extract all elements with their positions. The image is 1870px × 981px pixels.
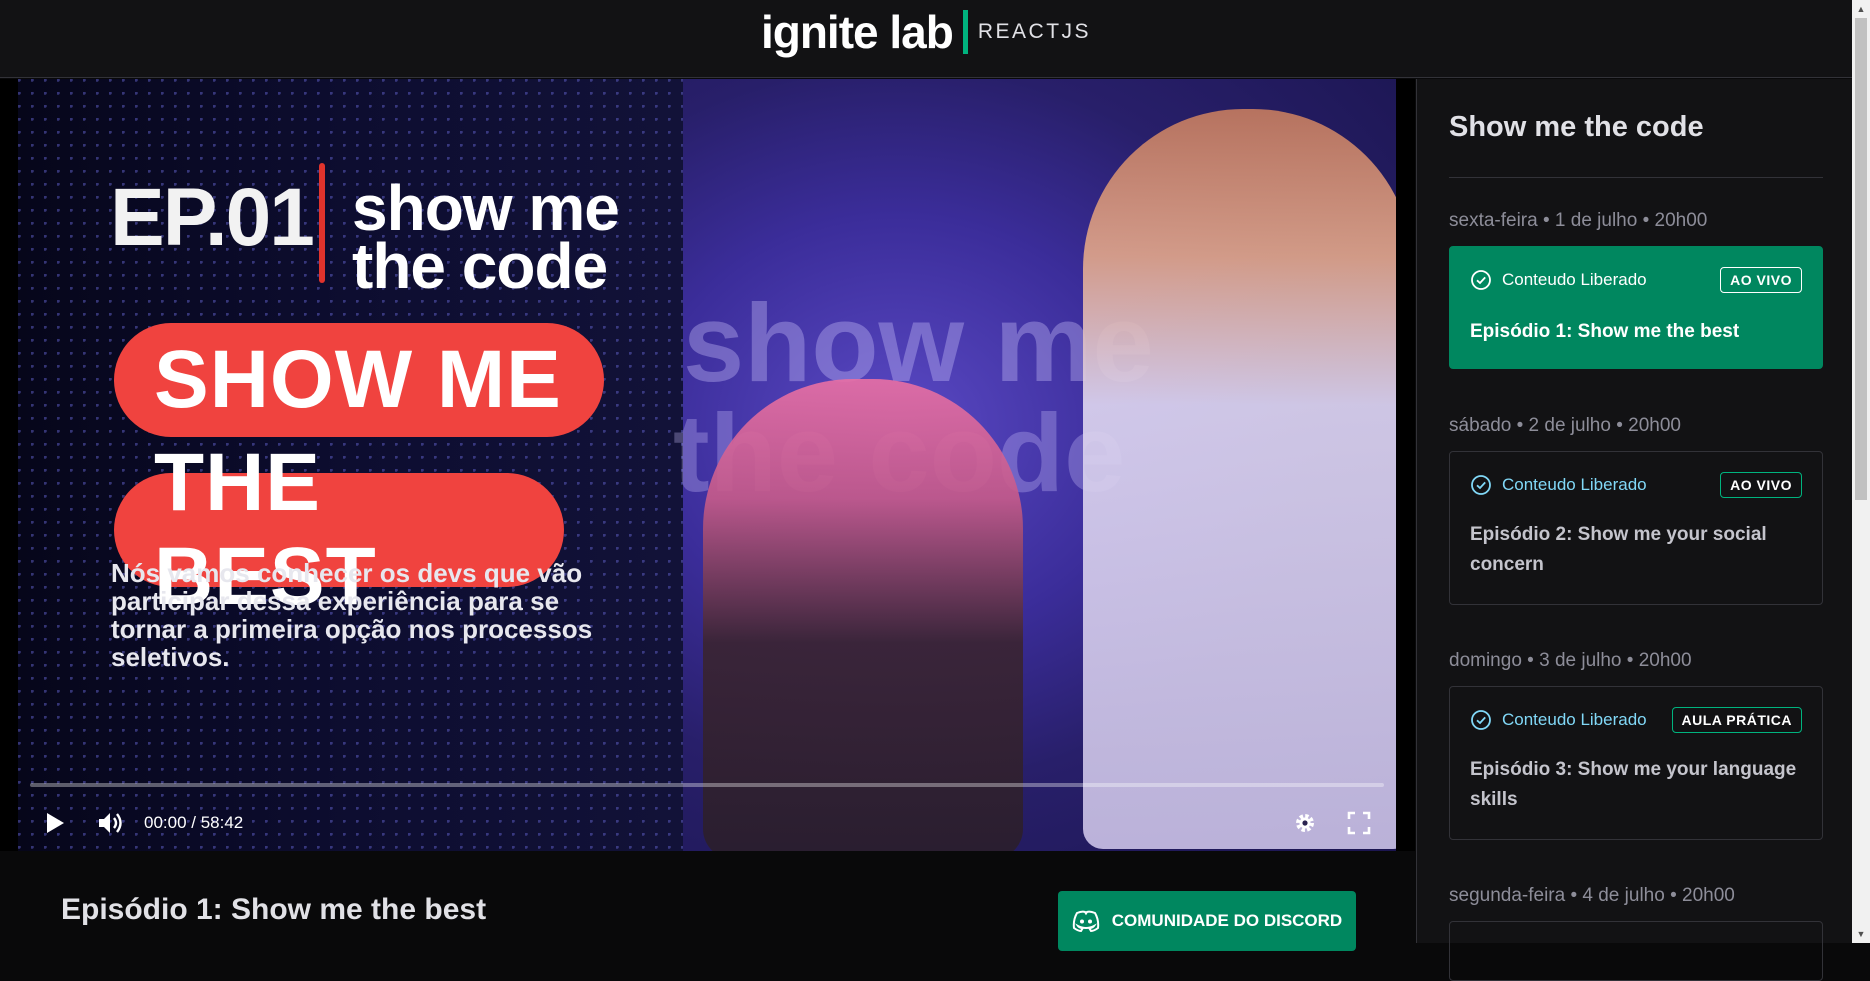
- logo-divider: [962, 9, 968, 54]
- lesson-item[interactable]: domingo • 3 de julho • 20h00 Conteudo Li…: [1449, 650, 1823, 840]
- ignite-lab-logo: ignite lab REACTJS: [761, 6, 1092, 59]
- video-description: Nós vamos conhecer os devs que vão parti…: [111, 558, 593, 672]
- logo-text: ignite lab: [760, 5, 954, 58]
- logo-subtitle: REACTJS: [977, 19, 1092, 43]
- lesson-date: sábado • 2 de julho • 20h00: [1449, 415, 1681, 436]
- lesson-status-label: Conteudo Liberado: [1502, 710, 1647, 729]
- brand-line-2: the code: [352, 230, 608, 302]
- lesson-card-title: Episódio 3: Show me your language skills: [1470, 759, 1797, 810]
- top-header: ignite lab REACTJS: [0, 0, 1852, 78]
- settings-gear-icon[interactable]: [1286, 805, 1324, 841]
- scroll-down-icon[interactable]: ▼: [1852, 925, 1870, 943]
- time-display: 00:00 / 58:42: [144, 813, 244, 832]
- video-thumbnail-photo: show me the code: [673, 79, 1396, 851]
- video-controls: 00:00 / 58:42: [18, 779, 1396, 851]
- lesson-card[interactable]: [1449, 921, 1823, 981]
- sidebar-divider: [1449, 177, 1823, 178]
- lesson-badge: AULA PRÁTICA: [1671, 707, 1802, 733]
- lessons-sidebar: Show me the code sexta-feira • 1 de julh…: [1416, 79, 1852, 981]
- video-container: show me the code EP.01 show me the code …: [0, 79, 1415, 851]
- check-circle-icon: [1471, 475, 1491, 495]
- brand-line-1: show me: [352, 172, 620, 244]
- headline-pill-1: SHOW ME: [114, 323, 604, 437]
- lesson-status: Conteudo Liberado: [1470, 269, 1647, 291]
- lesson-status: Conteudo Liberado: [1470, 709, 1647, 731]
- fullscreen-icon[interactable]: [1340, 805, 1378, 841]
- check-circle-icon: [1471, 270, 1491, 290]
- scroll-up-icon[interactable]: ▲: [1852, 0, 1870, 18]
- lesson-status-label: Conteudo Liberado: [1502, 270, 1647, 289]
- lesson-badge: AO VIVO: [1720, 472, 1802, 498]
- lesson-card-title: Episódio 2: Show me your social concern: [1470, 524, 1767, 575]
- show-me-the-code-brand: show me the code: [352, 172, 620, 302]
- discord-community-button[interactable]: COMUNIDADE DO DISCORD: [1058, 891, 1356, 951]
- lesson-card[interactable]: Conteudo Liberado AO VIVO Episódio 2: Sh…: [1449, 451, 1823, 605]
- lesson-item[interactable]: sexta-feira • 1 de julho • 20h00 Conteud…: [1449, 210, 1823, 369]
- progress-bar[interactable]: [30, 783, 1384, 787]
- episode-number: EP.01: [110, 172, 315, 263]
- lesson-status: Conteudo Liberado: [1470, 474, 1647, 496]
- lesson-info: Episódio 1: Show me the best COMUNIDADE …: [0, 851, 1415, 951]
- lesson-card[interactable]: Conteudo Liberado AULA PRÁTICA Episódio …: [1449, 686, 1823, 840]
- lesson-title: Episódio 1: Show me the best: [61, 893, 487, 926]
- lesson-date: segunda-feira • 4 de julho • 20h00: [1449, 885, 1735, 906]
- lesson-date: sexta-feira • 1 de julho • 20h00: [1449, 210, 1708, 231]
- sidebar-title: Show me the code: [1449, 111, 1704, 143]
- discord-button-label: COMUNIDADE DO DISCORD: [1111, 911, 1343, 930]
- video-player[interactable]: show me the code EP.01 show me the code …: [18, 79, 1396, 851]
- play-icon[interactable]: [36, 805, 74, 841]
- host-man-figure: [1083, 109, 1396, 849]
- volume-icon[interactable]: [92, 805, 130, 841]
- lesson-item[interactable]: segunda-feira • 4 de julho • 20h00: [1449, 885, 1823, 981]
- lesson-status-label: Conteudo Liberado: [1502, 475, 1647, 494]
- lesson-badge: AO VIVO: [1720, 267, 1802, 293]
- check-circle-icon: [1471, 710, 1491, 730]
- lesson-card-title: Episódio 1: Show me the best: [1470, 321, 1740, 342]
- lesson-date: domingo • 3 de julho • 20h00: [1449, 650, 1692, 671]
- lesson-item[interactable]: sábado • 2 de julho • 20h00 Conteudo Lib…: [1449, 415, 1823, 605]
- discord-icon: [1072, 910, 1099, 932]
- lesson-card-active[interactable]: Conteudo Liberado AO VIVO Episódio 1: Sh…: [1449, 246, 1823, 369]
- episode-divider: [319, 163, 325, 283]
- page-scrollbar[interactable]: ▲ ▼: [1852, 0, 1870, 943]
- scroll-thumb[interactable]: [1855, 18, 1867, 500]
